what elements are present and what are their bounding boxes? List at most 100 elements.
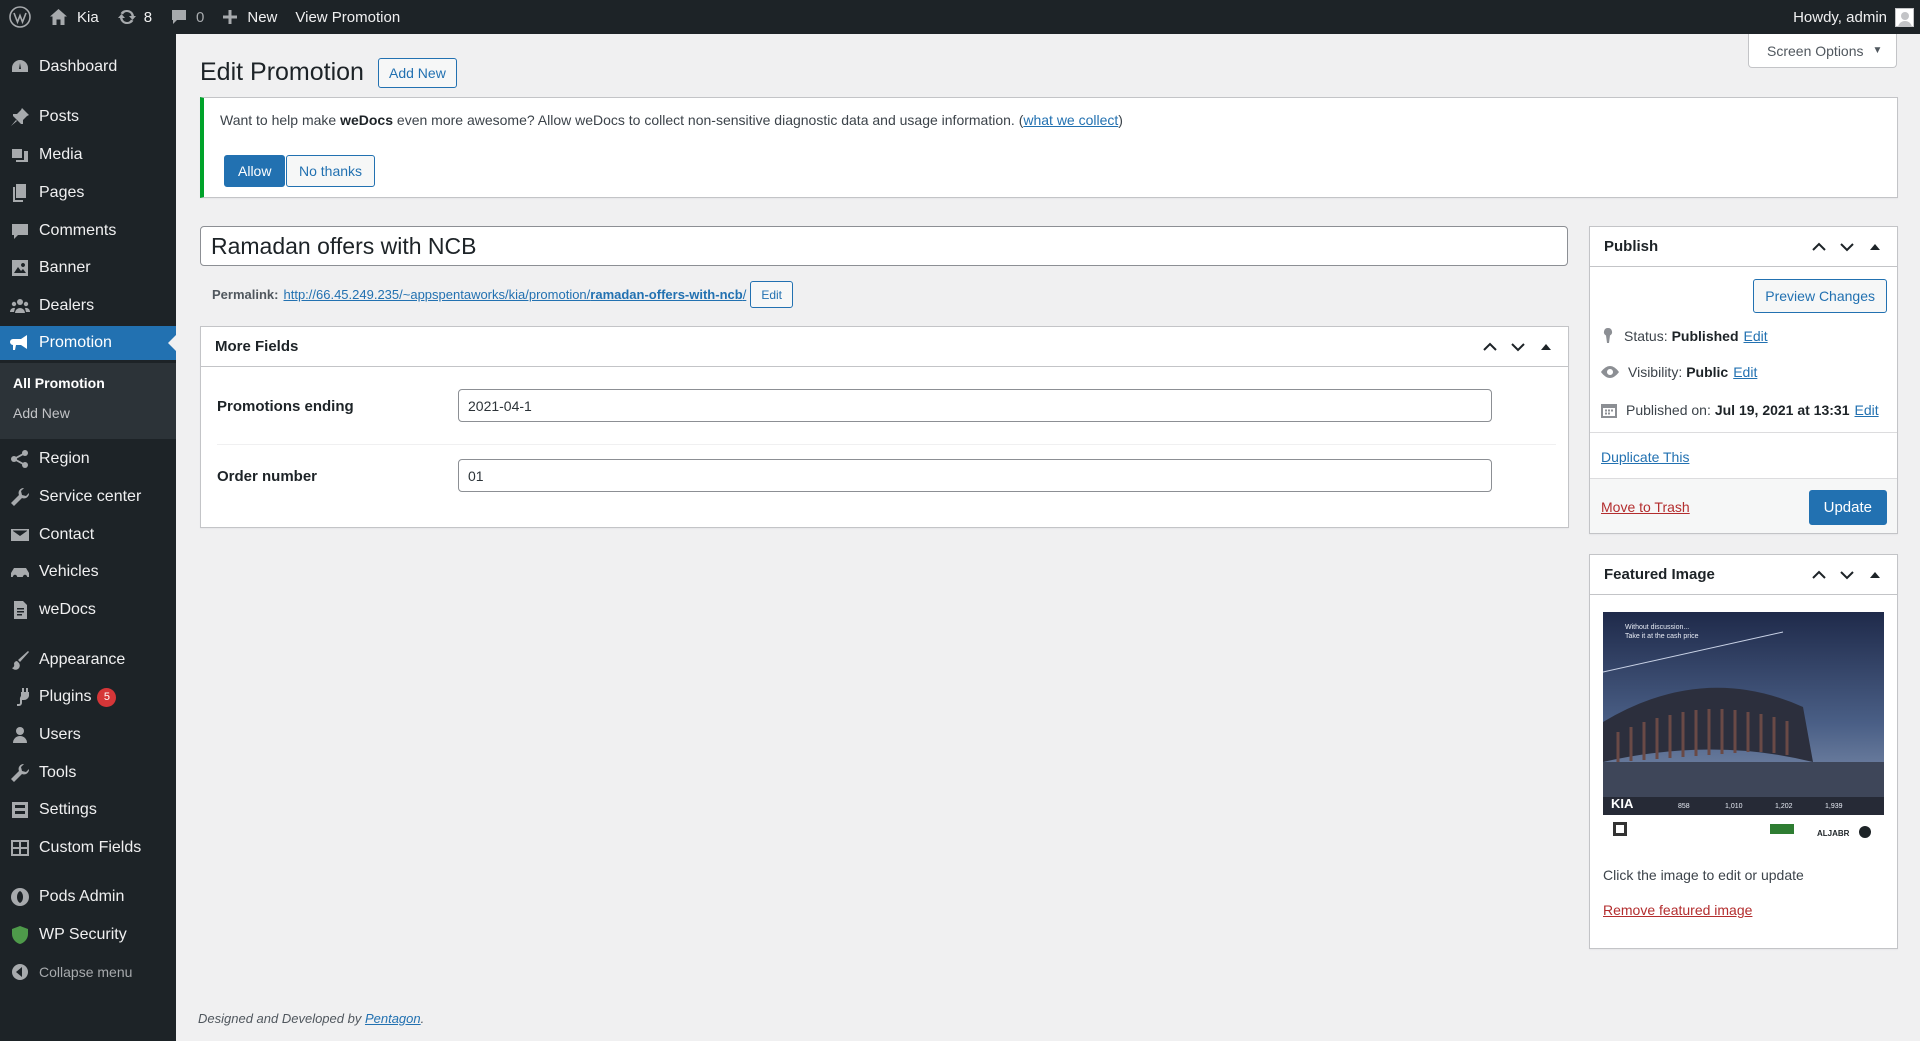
sidebar-item-plugins[interactable]: Plugins 5 — [0, 680, 176, 714]
move-to-trash-link[interactable]: Move to Trash — [1601, 499, 1690, 515]
featured-image-thumbnail[interactable]: Without discussion... Take it at the cas… — [1603, 612, 1884, 848]
edit-slug-button[interactable]: Edit — [750, 281, 793, 308]
sidebar-item-pods-admin[interactable]: Pods Admin — [0, 880, 176, 914]
sidebar-item-users[interactable]: Users — [0, 718, 176, 752]
comments-menu[interactable]: 0 — [161, 0, 213, 34]
site-name: Kia — [77, 8, 99, 26]
site-name-menu[interactable]: Kia — [40, 0, 108, 34]
toggle-panel-icon[interactable] — [1861, 565, 1889, 585]
promotions-ending-input[interactable]: 2021-04-1 — [458, 389, 1492, 422]
sidebar-item-label: Region — [39, 450, 90, 467]
comments-count: 0 — [196, 8, 205, 26]
field-label: Order number — [217, 468, 318, 485]
move-up-icon[interactable] — [1476, 337, 1504, 357]
collapse-menu-button[interactable]: Collapse menu — [0, 955, 176, 989]
ad-dealer-logo: ALJABR — [1817, 829, 1850, 838]
sidebar-item-comments[interactable]: Comments — [0, 214, 176, 248]
ad-kia-logo: KIA — [1611, 796, 1634, 811]
promotion-submenu: All Promotion Add New — [0, 363, 176, 439]
sidebar-item-label: Pages — [39, 184, 85, 201]
sidebar-item-wedocs[interactable]: weDocs — [0, 593, 176, 627]
field-row-promotions-ending: Promotions ending 2021-04-1 — [217, 389, 1556, 466]
sidebar-item-appearance[interactable]: Appearance — [0, 643, 176, 677]
view-promotion-link[interactable]: View Promotion — [286, 0, 409, 34]
published-on-value: Jul 19, 2021 at 13:31 — [1714, 402, 1850, 418]
sidebar-item-promotion[interactable]: Promotion — [0, 326, 176, 360]
sidebar-item-service-center[interactable]: Service center — [0, 480, 176, 514]
submenu-all-promotion[interactable]: All Promotion — [13, 375, 105, 391]
sidebar-item-wp-security[interactable]: WP Security — [0, 918, 176, 952]
footer-text: Designed and Developed by — [198, 1011, 365, 1026]
sidebar-item-label: Settings — [39, 801, 97, 818]
edit-status-link[interactable]: Edit — [1744, 328, 1768, 344]
screen-options-button[interactable]: Screen Options ▼ — [1748, 34, 1897, 68]
groups-icon — [9, 295, 31, 317]
my-account-menu[interactable]: Howdy, admin — [1793, 7, 1920, 27]
sidebar-item-vehicles[interactable]: Vehicles — [0, 555, 176, 589]
move-down-icon[interactable] — [1833, 237, 1861, 257]
add-new-button[interactable]: Add New — [378, 58, 457, 88]
sidebar-item-label: Tools — [39, 764, 77, 781]
sidebar-item-tools[interactable]: Tools — [0, 756, 176, 790]
featured-image-title: Featured Image — [1604, 566, 1715, 583]
shield-icon — [9, 924, 31, 946]
admin-sidebar: Dashboard Posts Media Pages Comments Ban… — [0, 34, 176, 1041]
new-content-menu[interactable]: New — [213, 0, 286, 34]
sidebar-item-contact[interactable]: Contact — [0, 518, 176, 552]
permalink-link[interactable]: http://66.45.249.235/~appspentaworks/kia… — [283, 287, 746, 302]
sidebar-item-pages[interactable]: Pages — [0, 176, 176, 210]
toggle-panel-icon[interactable] — [1861, 237, 1889, 257]
post-title-input[interactable]: Ramadan offers with NCB — [200, 226, 1568, 266]
sidebar-item-custom-fields[interactable]: Custom Fields — [0, 831, 176, 865]
toggle-panel-icon[interactable] — [1532, 337, 1560, 357]
submenu-add-new[interactable]: Add New — [13, 405, 70, 421]
sidebar-item-region[interactable]: Region — [0, 442, 176, 476]
duplicate-this-link[interactable]: Duplicate This — [1601, 449, 1689, 465]
user-icon — [9, 724, 31, 746]
email-icon — [9, 524, 31, 546]
sidebar-item-banner[interactable]: Banner — [0, 251, 176, 285]
sidebar-item-posts[interactable]: Posts — [0, 100, 176, 134]
settings-icon — [9, 799, 31, 821]
wedocs-tracking-notice: Want to help make weDocs even more aweso… — [200, 97, 1898, 198]
sidebar-item-settings[interactable]: Settings — [0, 793, 176, 827]
media-icon — [9, 144, 31, 166]
admin-footer: Designed and Developed by Pentagon. — [198, 1011, 424, 1026]
edit-date-link[interactable]: Edit — [1855, 402, 1879, 418]
updates-menu[interactable]: 8 — [108, 0, 161, 34]
sidebar-item-dealers[interactable]: Dealers — [0, 289, 176, 323]
what-we-collect-link[interactable]: what we collect — [1023, 112, 1118, 128]
order-number-input[interactable]: 01 — [458, 459, 1492, 492]
sidebar-item-media[interactable]: Media — [0, 138, 176, 172]
updates-count: 8 — [143, 8, 153, 26]
move-up-icon[interactable] — [1805, 565, 1833, 585]
publish-title: Publish — [1604, 238, 1659, 255]
sidebar-item-label: Dealers — [39, 297, 95, 314]
new-label: New — [247, 8, 278, 26]
major-publishing-actions: Move to Trash Update — [1590, 478, 1897, 533]
comment-icon — [9, 220, 31, 242]
move-down-icon[interactable] — [1833, 565, 1861, 585]
ad-text-line-1: Without discussion... — [1625, 624, 1689, 631]
tools-icon — [9, 762, 31, 784]
collapse-arrow-icon — [9, 961, 31, 983]
view-promotion-label: View Promotion — [295, 8, 401, 26]
sidebar-item-label: Users — [39, 726, 81, 743]
move-up-icon[interactable] — [1805, 237, 1833, 257]
move-down-icon[interactable] — [1504, 337, 1532, 357]
allow-button[interactable]: Allow — [224, 155, 286, 187]
ad-price-3: 1,202 — [1775, 803, 1793, 810]
home-icon — [49, 8, 68, 26]
edit-visibility-link[interactable]: Edit — [1733, 364, 1757, 380]
preview-changes-button[interactable]: Preview Changes — [1753, 279, 1887, 313]
wp-logo-menu[interactable] — [0, 0, 40, 34]
remove-featured-image-link[interactable]: Remove featured image — [1603, 902, 1752, 918]
more-fields-header[interactable]: More Fields — [201, 327, 1568, 367]
notice-text-after: even more awesome? Allow weDocs to colle… — [393, 112, 1024, 128]
update-button[interactable]: Update — [1808, 490, 1887, 525]
plus-icon — [222, 9, 238, 25]
sidebar-item-dashboard[interactable]: Dashboard — [0, 50, 176, 84]
visibility-label: Visibility: — [1628, 364, 1683, 380]
no-thanks-button[interactable]: No thanks — [286, 155, 376, 187]
footer-pentagon-link[interactable]: Pentagon — [365, 1011, 421, 1026]
